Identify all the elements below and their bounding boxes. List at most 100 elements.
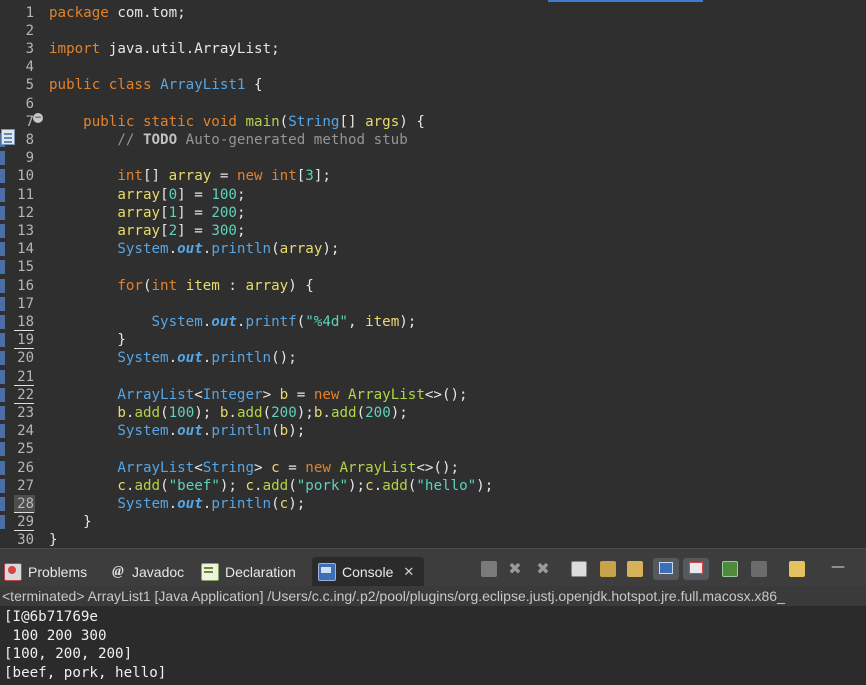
code-token: (: [296, 313, 306, 330]
change-marker: [0, 460, 5, 475]
code-token: b: [279, 423, 289, 440]
line-number: 30: [17, 532, 34, 548]
change-marker: [0, 496, 5, 512]
code-token: );: [219, 477, 246, 494]
code-token: (: [160, 477, 169, 494]
code-area[interactable]: package com.tom; import java.util.ArrayLi…: [49, 0, 866, 549]
code-token: String: [288, 113, 340, 130]
tab-console[interactable]: Console ✕: [312, 557, 425, 587]
code-token: );: [288, 423, 306, 440]
line-number: 11: [17, 186, 34, 203]
console-output[interactable]: [I@6b71769e 100 200 300 [100, 200, 200] …: [4, 608, 864, 682]
change-marker: [0, 296, 5, 311]
line-number: 21: [17, 368, 34, 385]
word-wrap-button[interactable]: [600, 561, 616, 577]
display-console-button[interactable]: [722, 561, 738, 577]
scroll-lock-button[interactable]: [571, 561, 587, 577]
code-token: System: [117, 423, 169, 440]
line-number: 17: [17, 295, 34, 312]
tab-declaration[interactable]: Declaration: [201, 557, 296, 587]
code-token: c: [279, 495, 289, 512]
code-token: (: [271, 241, 280, 258]
change-marker: [0, 333, 5, 348]
code-token: Auto-generated method stub: [177, 131, 408, 148]
code-token: c: [365, 477, 374, 494]
code-token: void: [202, 113, 237, 130]
code-token: ) {: [288, 277, 314, 294]
change-marker: [0, 405, 5, 421]
code-token: [: [160, 204, 169, 221]
show-on-output-button[interactable]: [627, 561, 643, 577]
code-token: (: [262, 404, 272, 421]
pin-console-button[interactable]: [683, 558, 709, 580]
code-token: "hello": [416, 477, 477, 494]
code-token: ArrayList: [117, 459, 195, 476]
line-number: 18: [17, 313, 34, 330]
code-line: System.out.println();: [49, 349, 297, 367]
code-token: new: [236, 168, 263, 185]
code-token: ArrayList: [117, 386, 195, 403]
code-token: array: [168, 168, 212, 185]
code-token: ();: [271, 350, 297, 367]
code-token: =: [211, 168, 237, 185]
new-console-button[interactable]: [751, 561, 767, 577]
code-token: com.tom;: [108, 4, 186, 21]
code-token: add: [134, 477, 161, 494]
terminate-button[interactable]: [481, 561, 497, 577]
console-toggle-icon: [659, 562, 673, 574]
remove-all-terminated-button[interactable]: ✖: [535, 561, 551, 577]
code-line: array[1] = 200;: [49, 204, 245, 222]
fold-collapse-icon[interactable]: −: [33, 113, 43, 123]
code-token: String: [202, 459, 255, 476]
close-icon[interactable]: ✕: [403, 565, 414, 580]
line-number: 12: [17, 204, 34, 221]
panel-tab-bar: Problems @ Javadoc Declaration Console ✕…: [0, 548, 866, 587]
code-token: array: [117, 204, 161, 221]
task-marker-icon: [1, 129, 15, 145]
code-token: import: [49, 40, 101, 57]
code-token: array: [117, 186, 161, 203]
code-token: ];: [313, 168, 331, 185]
remove-launch-button[interactable]: ✖: [507, 561, 523, 577]
code-token: <>();: [416, 459, 460, 476]
code-token: 200: [365, 404, 391, 421]
line-number: 29: [17, 514, 34, 531]
line-number: 22: [17, 386, 34, 403]
code-token: int: [151, 277, 178, 294]
code-token: {: [245, 77, 263, 94]
code-token: add: [262, 477, 289, 494]
code-line: // TODO Auto-generated method stub: [49, 131, 408, 149]
code-token: );: [322, 241, 340, 258]
minimize-button[interactable]: —: [830, 560, 846, 577]
code-token: System: [117, 350, 169, 367]
code-token: }: [49, 514, 92, 531]
code-token: );: [348, 477, 366, 494]
change-marker: [0, 369, 5, 384]
code-token: println: [211, 423, 272, 440]
open-console-button[interactable]: [789, 561, 805, 577]
line-number: 14: [17, 241, 34, 258]
code-token: );: [296, 404, 314, 421]
code-token: item: [365, 313, 400, 330]
code-token: TODO: [142, 131, 178, 148]
code-line: import java.util.ArrayList;: [49, 40, 280, 58]
declaration-icon: [201, 563, 219, 581]
tab-problems[interactable]: Problems: [4, 557, 87, 587]
code-token: add: [382, 477, 408, 494]
code-token: array: [279, 241, 323, 258]
code-token: 3: [305, 168, 314, 185]
code-token: []: [142, 168, 169, 185]
code-token: out: [177, 495, 203, 512]
code-editor[interactable]: 1 2 3 4 5 6 7 8 9 10 11 12 13 14 15 16 17 18 19 20 21 22 23 24 2…: [0, 0, 866, 548]
tab-javadoc[interactable]: @ Javadoc: [110, 557, 184, 587]
code-token: System: [117, 495, 169, 512]
show-on-error-button[interactable]: [653, 558, 679, 580]
code-token: (: [271, 423, 280, 440]
